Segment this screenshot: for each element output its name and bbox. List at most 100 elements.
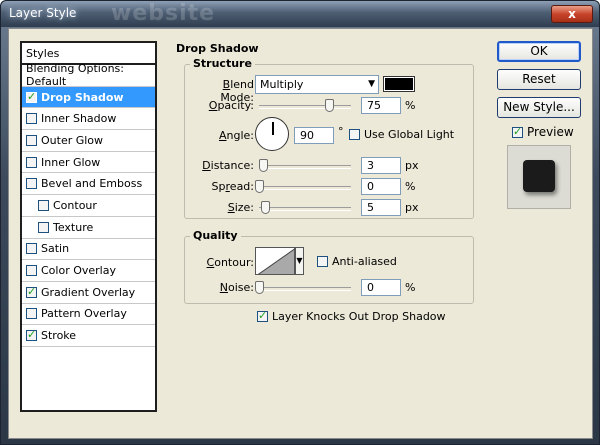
style-item-label: Contour — [53, 198, 97, 212]
blending-options-item[interactable]: Blending Options: Default — [22, 62, 155, 88]
style-item-label: Color Overlay — [41, 264, 116, 278]
opacity-label: Opacity: — [208, 99, 254, 112]
style-item-label: Inner Glow — [41, 155, 101, 169]
anti-aliased-label: Anti-aliased — [332, 255, 397, 268]
anti-aliased-checkbox[interactable]: Anti-aliased — [317, 255, 397, 268]
blend-mode-value: Multiply — [260, 78, 304, 91]
close-button[interactable]: x — [551, 5, 593, 23]
preview-swatch — [523, 160, 555, 192]
style-item-label: Texture — [53, 220, 94, 234]
knockout-checkbox[interactable]: Layer Knocks Out Drop Shadow — [257, 309, 446, 323]
style-item-checkbox[interactable] — [26, 90, 37, 103]
distance-slider-thumb[interactable] — [259, 159, 268, 172]
knockout-box[interactable] — [257, 309, 268, 322]
contour-label: Contour: — [206, 256, 254, 269]
style-item-checkbox[interactable] — [38, 221, 49, 233]
angle-dial-hand — [272, 122, 274, 135]
noise-unit: % — [405, 281, 416, 294]
size-unit: px — [405, 201, 419, 214]
close-icon: x — [568, 7, 576, 21]
style-item-label: Outer Glow — [41, 133, 104, 147]
contour-preview[interactable] — [255, 247, 295, 275]
distance-unit: px — [405, 159, 419, 172]
spread-label: Spread: — [211, 180, 254, 193]
window-title: Layer Style — [9, 6, 77, 20]
style-item-gradient-overlay[interactable]: Gradient Overlay — [22, 282, 155, 304]
size-slider-thumb[interactable] — [261, 201, 270, 214]
dialog-client: Styles Blending Options: Default Drop Sh… — [8, 28, 593, 439]
use-global-light-box[interactable] — [349, 129, 360, 140]
blend-mode-select[interactable]: Multiply ▼ — [255, 75, 379, 94]
style-item-checkbox[interactable] — [26, 308, 37, 320]
distance-slider[interactable] — [259, 159, 351, 172]
angle-label: Angle: — [218, 129, 254, 142]
use-global-light-checkbox[interactable]: Use Global Light — [349, 128, 454, 141]
noise-slider[interactable] — [255, 281, 351, 294]
title-watermark: website — [111, 1, 216, 26]
reset-button[interactable]: Reset — [497, 69, 581, 90]
style-item-checkbox[interactable] — [38, 199, 49, 211]
style-item-label: Stroke — [41, 329, 77, 343]
noise-slider-thumb[interactable] — [255, 281, 264, 294]
spread-unit: % — [405, 180, 416, 193]
structure-label: Structure — [190, 57, 255, 70]
angle-input[interactable]: 90 — [294, 127, 334, 144]
style-item-label: Pattern Overlay — [41, 307, 127, 321]
style-item-stroke[interactable]: Stroke — [22, 325, 155, 347]
anti-aliased-box[interactable] — [317, 256, 328, 267]
size-label: Size: — [227, 201, 254, 214]
style-item-checkbox[interactable] — [26, 178, 37, 190]
style-item-drop-shadow[interactable]: Drop Shadow — [22, 86, 155, 109]
style-item-label: Satin — [41, 242, 70, 256]
spread-input[interactable]: 0 — [361, 178, 401, 195]
dropdown-arrow-icon: ▼ — [368, 79, 375, 89]
contour-dropdown-button[interactable]: ▼ — [295, 247, 304, 275]
spread-slider[interactable] — [255, 180, 351, 193]
styles-list: Styles Blending Options: Default Drop Sh… — [20, 41, 157, 412]
style-item-checkbox[interactable] — [26, 134, 37, 146]
new-style-button[interactable]: New Style... — [497, 97, 581, 118]
style-item-checkbox[interactable] — [26, 243, 37, 255]
style-item-pattern-overlay[interactable]: Pattern Overlay — [22, 304, 155, 326]
style-item-inner-shadow[interactable]: Inner Shadow — [22, 108, 155, 131]
spread-slider-thumb[interactable] — [255, 180, 264, 193]
style-item-contour[interactable]: Contour — [22, 195, 155, 217]
opacity-input[interactable]: 75 — [361, 97, 401, 114]
style-item-color-overlay[interactable]: Color Overlay — [22, 260, 155, 282]
distance-label: Distance: — [202, 159, 254, 172]
style-item-checkbox[interactable] — [26, 285, 37, 298]
preview-box[interactable] — [512, 125, 523, 138]
opacity-slider-thumb[interactable] — [325, 99, 334, 112]
style-item-label: Drop Shadow — [41, 90, 124, 104]
section-title: Drop Shadow — [176, 42, 259, 55]
contour-curve-icon — [257, 248, 294, 274]
opacity-slider[interactable] — [259, 99, 351, 112]
opacity-unit: % — [405, 99, 416, 112]
noise-input[interactable]: 0 — [361, 279, 401, 296]
use-global-light-label: Use Global Light — [364, 128, 455, 141]
size-slider[interactable] — [259, 201, 351, 214]
style-item-bevel-and-emboss[interactable]: Bevel and Emboss — [22, 173, 155, 196]
shadow-color-swatch[interactable] — [383, 76, 415, 92]
style-preview — [507, 145, 571, 209]
ok-button[interactable]: OK — [497, 41, 581, 62]
style-item-texture[interactable]: Texture — [22, 217, 155, 239]
style-item-checkbox[interactable] — [26, 156, 37, 168]
noise-label: Noise: — [219, 281, 254, 294]
style-item-checkbox[interactable] — [26, 265, 37, 277]
chevron-down-icon: ▼ — [296, 256, 303, 265]
distance-input[interactable]: 3 — [361, 157, 401, 174]
style-item-checkbox[interactable] — [26, 328, 37, 342]
style-item-checkbox[interactable] — [26, 113, 37, 125]
style-item-inner-glow[interactable]: Inner Glow — [22, 152, 155, 174]
knockout-label: Layer Knocks Out Drop Shadow — [272, 310, 446, 323]
preview-checkbox[interactable]: Preview — [512, 125, 574, 139]
title-bar[interactable]: website Layer Style x — [1, 1, 599, 27]
layer-style-window: website Layer Style x Styles Blending Op… — [0, 0, 600, 445]
size-input[interactable]: 5 — [361, 199, 401, 216]
style-item-outer-glow[interactable]: Outer Glow — [22, 130, 155, 152]
quality-label: Quality — [190, 229, 241, 242]
preview-label: Preview — [527, 125, 574, 139]
style-item-satin[interactable]: Satin — [22, 239, 155, 261]
angle-dial[interactable] — [255, 117, 289, 151]
